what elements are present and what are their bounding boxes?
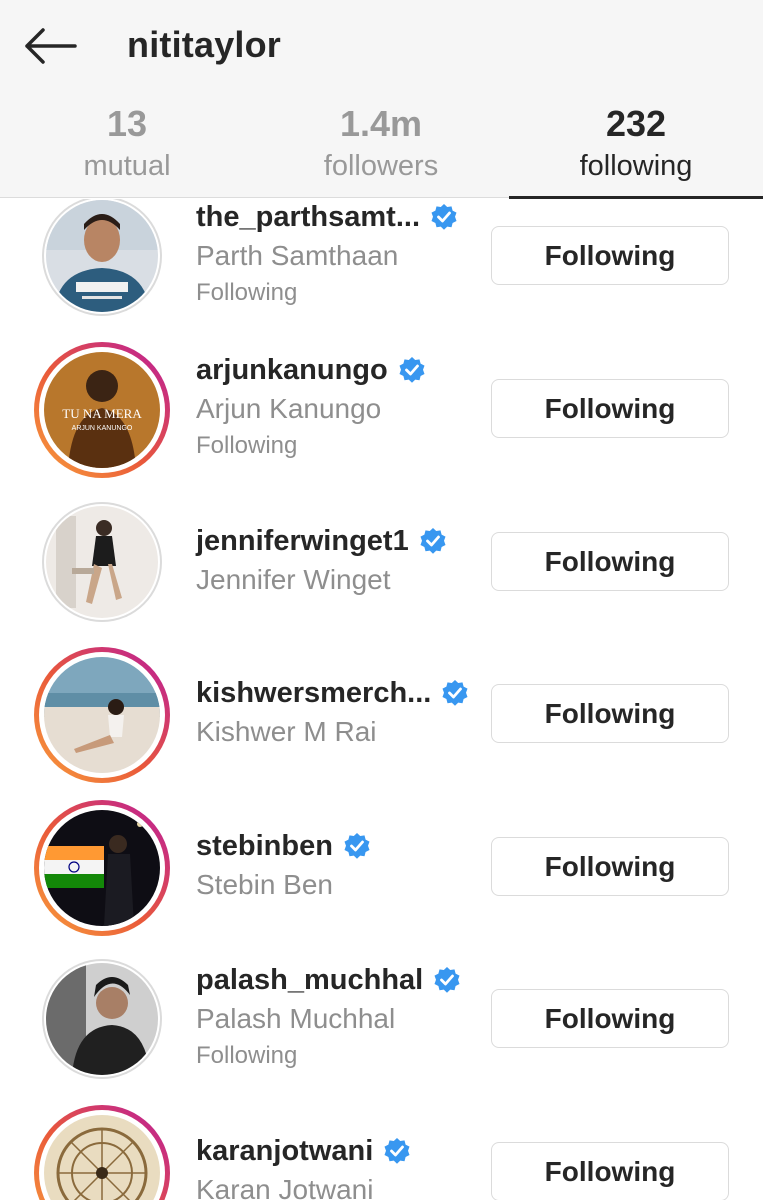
following-button[interactable]: Following: [491, 684, 729, 743]
list-item[interactable]: jenniferwinget1 Jennifer Winget Followin…: [0, 485, 763, 637]
tab-following[interactable]: 232 following: [509, 100, 763, 199]
tab-followers[interactable]: 1.4m followers: [254, 100, 508, 198]
following-button[interactable]: Following: [491, 1142, 729, 1200]
full-name: Karan Jotwani: [196, 1174, 374, 1200]
avatar[interactable]: [42, 502, 162, 622]
profile-photo: [44, 657, 160, 773]
following-button[interactable]: Following: [491, 226, 729, 285]
avatar[interactable]: [34, 1105, 170, 1200]
verified-badge-icon: [434, 967, 460, 993]
avatar[interactable]: TU NA MERA ARJUN KANUNGO: [34, 342, 170, 478]
following-button[interactable]: Following: [491, 837, 729, 896]
verified-badge-icon: [344, 833, 370, 859]
profile-photo: [46, 963, 158, 1075]
username[interactable]: karanjotwani: [196, 1135, 373, 1168]
full-name: Kishwer M Rai: [196, 716, 377, 747]
mutual-label: mutual: [83, 150, 171, 182]
profile-photo: [46, 506, 158, 618]
list-item[interactable]: TU NA MERA ARJUN KANUNGO arjunkanungo Ar…: [0, 332, 763, 484]
full-name: Jennifer Winget: [196, 564, 391, 595]
full-name: Stebin Ben: [196, 869, 333, 900]
username[interactable]: the_parthsamt...: [196, 201, 420, 234]
verified-badge-icon: [442, 680, 468, 706]
list-item[interactable]: stebinben Stebin Ben Following: [0, 790, 763, 942]
profile-photo: [44, 810, 160, 926]
profile-photo: [46, 200, 158, 312]
svg-text:ARJUN KANUNGO: ARJUN KANUNGO: [72, 425, 133, 432]
profile-header: nititaylor 13 mutual 1.4m followers 232 …: [0, 0, 763, 199]
following-button[interactable]: Following: [491, 379, 729, 438]
profile-photo: [44, 1115, 160, 1200]
full-name: Arjun Kanungo: [196, 393, 382, 424]
verified-badge-icon: [420, 528, 446, 554]
username[interactable]: stebinben: [196, 830, 333, 863]
list-item[interactable]: karanjotwani Karan Jotwani Following: [0, 1095, 763, 1200]
followers-label: followers: [323, 150, 439, 182]
verified-badge-icon: [399, 357, 425, 383]
list-item[interactable]: the_parthsamt... Parth Samthaan Followin…: [0, 199, 763, 331]
page-title: nititaylor: [127, 24, 282, 65]
full-name: Palash Muchhal: [196, 1003, 396, 1034]
arrow-left-icon: [25, 28, 77, 64]
follow-status: Following: [196, 1042, 298, 1069]
full-name: Parth Samthaan: [196, 240, 399, 271]
avatar[interactable]: [34, 800, 170, 936]
list-item[interactable]: kishwersmerch... Kishwer M Rai Following: [0, 637, 763, 789]
followers-count: 1.4m: [339, 103, 423, 144]
following-label: following: [579, 150, 693, 182]
username[interactable]: arjunkanungo: [196, 354, 388, 387]
avatar[interactable]: [34, 647, 170, 783]
avatar[interactable]: [42, 199, 162, 316]
follow-status: Following: [196, 279, 298, 306]
username[interactable]: kishwersmerch...: [196, 677, 431, 710]
username[interactable]: jenniferwinget1: [196, 525, 409, 558]
following-count: 232: [605, 103, 667, 144]
follow-status: Following: [196, 432, 298, 459]
list-item[interactable]: palash_muchhal Palash Muchhal Following …: [0, 942, 763, 1094]
back-button[interactable]: [22, 22, 78, 70]
following-button[interactable]: Following: [491, 532, 729, 591]
tab-mutual[interactable]: 13 mutual: [0, 100, 254, 198]
avatar[interactable]: [42, 959, 162, 1079]
verified-badge-icon: [384, 1138, 410, 1164]
following-button[interactable]: Following: [491, 989, 729, 1048]
profile-photo: TU NA MERA ARJUN KANUNGO: [44, 352, 160, 468]
username[interactable]: palash_muchhal: [196, 964, 423, 997]
svg-text:TU NA MERA: TU NA MERA: [62, 406, 142, 421]
verified-badge-icon: [431, 204, 457, 230]
following-list[interactable]: the_parthsamt... Parth Samthaan Followin…: [0, 199, 763, 1200]
mutual-count: 13: [106, 103, 148, 144]
